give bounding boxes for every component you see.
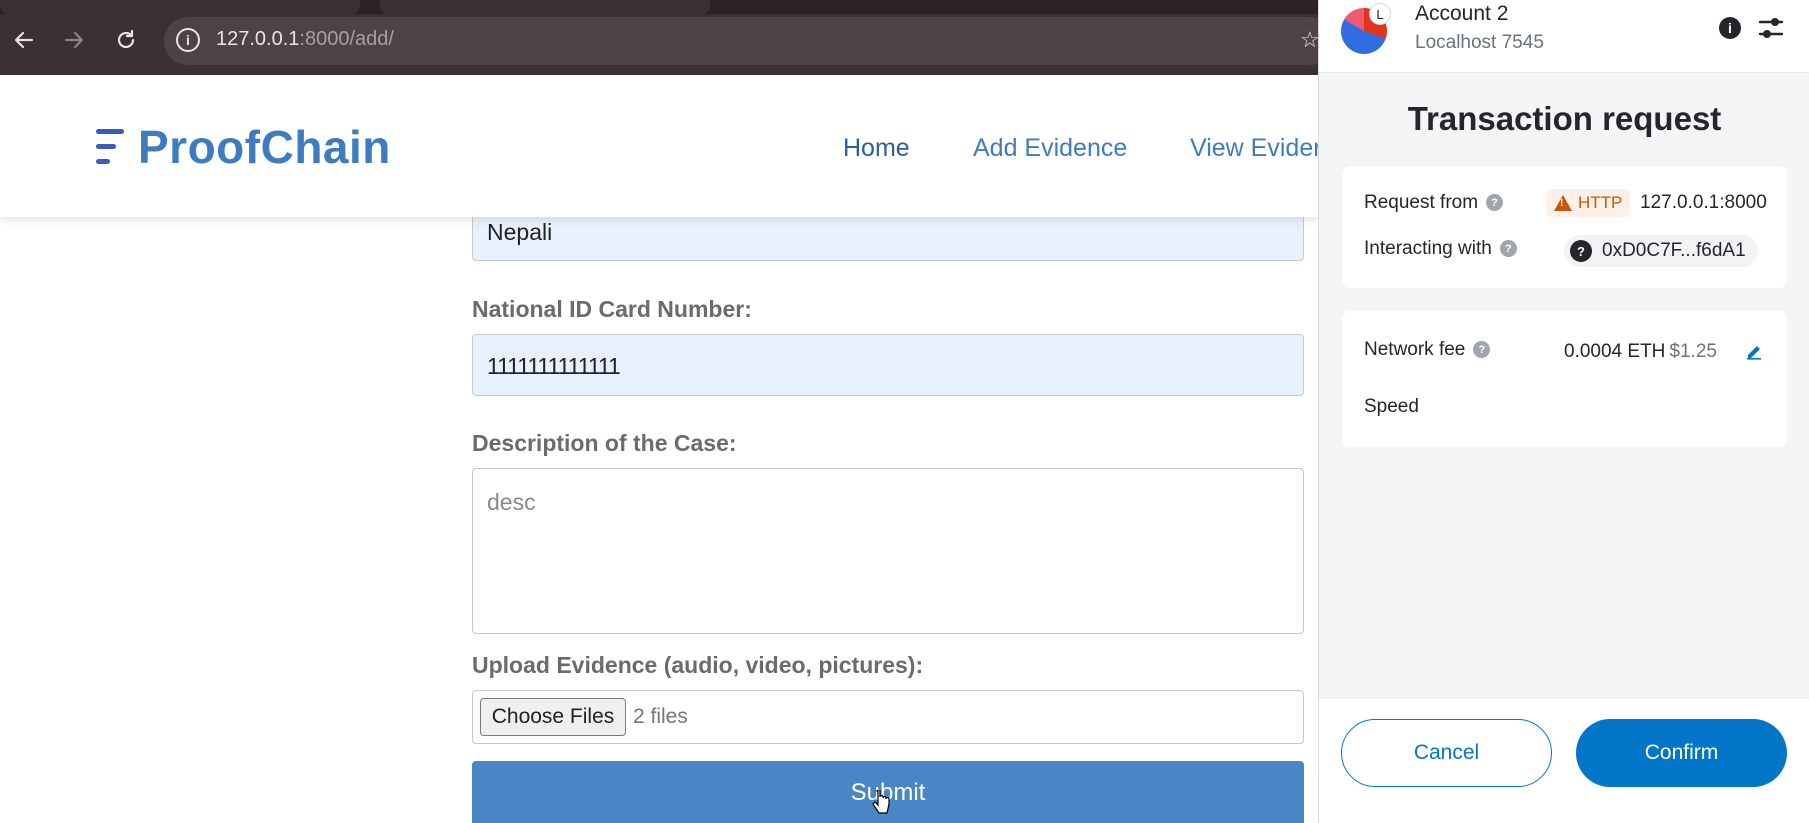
- unknown-contract-icon: ?: [1570, 240, 1592, 262]
- back-arrow-icon[interactable]: [6, 22, 42, 58]
- settings-sliders-icon[interactable]: [1757, 14, 1785, 42]
- national-id-field[interactable]: 1111111111111: [472, 334, 1304, 396]
- confirm-button[interactable]: Confirm: [1576, 719, 1787, 787]
- choose-files-button[interactable]: Choose Files: [480, 698, 626, 736]
- interacting-with-label: Interacting with?: [1364, 238, 1517, 260]
- site-info-icon[interactable]: i: [176, 28, 200, 52]
- contract-address-pill[interactable]: ? 0xD0C7F...f6dA1: [1564, 235, 1758, 267]
- cancel-button[interactable]: Cancel: [1341, 719, 1552, 787]
- request-details-card: Request from? HTTP 127.0.0.1:8000 Intera…: [1342, 166, 1787, 288]
- nav-view-evidence[interactable]: View Evider: [1190, 134, 1322, 163]
- metamask-header: L Account 2 Localhost 7545 i: [1319, 0, 1809, 73]
- network-name: Localhost 7545: [1415, 32, 1544, 53]
- info-icon[interactable]: i: [1719, 17, 1741, 39]
- transaction-title: Transaction request: [1407, 100, 1722, 137]
- request-origin: 127.0.0.1:8000: [1640, 192, 1767, 213]
- logo-mark-icon: [96, 129, 126, 167]
- request-from-label: Request from?: [1364, 192, 1504, 214]
- nationality-value: Nepali: [487, 219, 553, 245]
- browser-tab[interactable]: [380, 0, 710, 14]
- network-badge: L: [1369, 3, 1391, 25]
- reload-icon[interactable]: [108, 22, 144, 58]
- site-logo[interactable]: ProofChain: [138, 120, 391, 174]
- edit-pencil-icon[interactable]: [1745, 342, 1763, 360]
- description-textarea[interactable]: desc: [472, 468, 1304, 634]
- network-fee-value: 0.0004 ETH $1.25: [1564, 341, 1717, 362]
- speed-label: Speed: [1364, 396, 1419, 417]
- description-label: Description of the Case:: [472, 430, 737, 456]
- metamask-popup: L Account 2 Localhost 7545 i Transaction…: [1318, 0, 1809, 823]
- warning-icon: [1554, 195, 1572, 211]
- metamask-footer: Cancel Confirm: [1319, 697, 1809, 823]
- file-input[interactable]: Choose Files 2 files: [472, 690, 1304, 744]
- national-id-label: National ID Card Number:: [472, 296, 752, 322]
- site-header: ProofChain Home Add Evidence View Evider: [0, 75, 1322, 217]
- description-placeholder: desc: [487, 489, 536, 515]
- help-icon[interactable]: ?: [1473, 341, 1491, 359]
- help-icon[interactable]: ?: [1499, 240, 1517, 258]
- network-fee-label: Network fee?: [1364, 339, 1491, 361]
- files-selected-text: 2 files: [633, 705, 688, 728]
- nav-home[interactable]: Home: [843, 134, 910, 163]
- bookmark-star-icon[interactable]: ☆: [1300, 27, 1320, 53]
- mouse-cursor-icon: [872, 790, 890, 814]
- fee-card: Network fee? 0.0004 ETH $1.25 Speed: [1342, 311, 1787, 447]
- account-name: Account 2: [1415, 2, 1509, 25]
- address-bar-url[interactable]: 127.0.0.1:8000/add/: [216, 28, 394, 51]
- browser-tab[interactable]: [0, 0, 360, 14]
- nav-add-evidence[interactable]: Add Evidence: [973, 134, 1127, 163]
- http-warning-badge[interactable]: HTTP: [1546, 189, 1631, 217]
- help-icon[interactable]: ?: [1486, 194, 1504, 212]
- upload-label: Upload Evidence (audio, video, pictures)…: [472, 652, 924, 678]
- national-id-value: 1111111111111: [487, 353, 621, 379]
- forward-arrow-icon[interactable]: [56, 22, 92, 58]
